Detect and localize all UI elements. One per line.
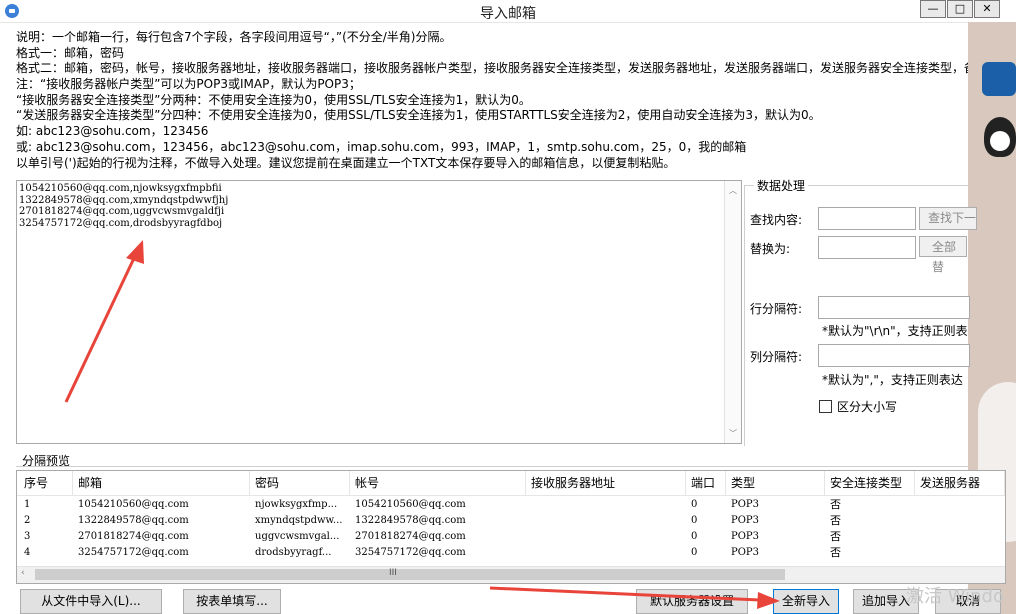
annotation-arrows: [64, 240, 780, 609]
arrow-to-textarea: [64, 240, 144, 403]
arrow-to-full-import: [489, 586, 780, 609]
